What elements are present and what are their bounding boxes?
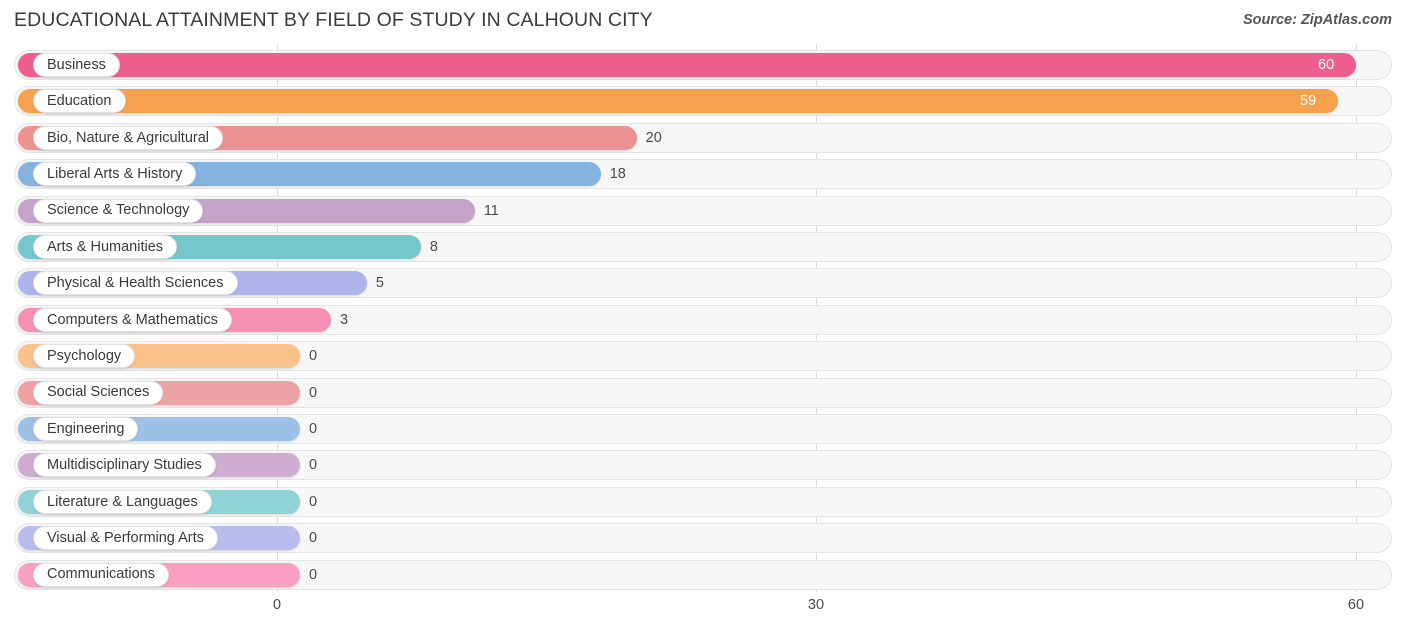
source-attribution: Source: ZipAtlas.com bbox=[1242, 12, 1392, 28]
bar-value-label: 0 bbox=[309, 566, 318, 583]
category-label: Liberal Arts & History bbox=[47, 165, 183, 182]
category-label-pill: Visual & Performing Arts bbox=[33, 526, 218, 551]
bar-row: Bio, Nature & Agricultural 20 bbox=[14, 122, 1392, 153]
bar-value-label: 8 bbox=[429, 239, 438, 255]
bar-row: Liberal Arts & History 18 bbox=[14, 159, 1392, 190]
category-label: Social Sciences bbox=[47, 384, 150, 401]
chart-header: EDUCATIONAL ATTAINMENT BY FIELD OF STUDY… bbox=[0, 0, 1406, 42]
category-label: Computers & Mathematics bbox=[47, 311, 218, 328]
bar-row: Business 60 bbox=[14, 50, 1392, 80]
bar-value-label: 0 bbox=[309, 457, 318, 474]
category-label-pill: Physical & Health Sciences bbox=[33, 271, 238, 296]
category-label-pill: Computers & Mathematics bbox=[33, 307, 232, 332]
category-label-pill: Psychology bbox=[33, 344, 136, 369]
x-axis-tick-label: 30 bbox=[807, 597, 825, 613]
bar-row: Social Sciences 0 bbox=[14, 377, 1392, 408]
bar-value-label: 11 bbox=[483, 202, 499, 219]
chart-plot-area: Business 60 Education 59 Bio, Nature & Agric… bbox=[0, 44, 1406, 592]
value-bar[interactable] bbox=[18, 89, 1339, 114]
bar-value-label: 0 bbox=[309, 493, 318, 510]
value-bar[interactable] bbox=[18, 53, 1356, 77]
bar-value-label: 0 bbox=[309, 384, 318, 401]
bar-row: Multidisciplinary Studies 0 bbox=[14, 450, 1392, 481]
category-label-pill: Literature & Languages bbox=[33, 489, 212, 514]
category-label: Psychology bbox=[47, 347, 122, 364]
bar-value-label: 3 bbox=[339, 311, 349, 328]
category-label-pill: Business bbox=[33, 53, 120, 77]
x-axis-tick-label: 0 bbox=[272, 597, 282, 613]
category-label-pill: Arts & Humanities bbox=[33, 235, 178, 259]
category-label-pill: Social Sciences bbox=[33, 380, 164, 405]
bar-value-label: 18 bbox=[609, 166, 626, 183]
bar-rows: Business 60 Education 59 Bio, Nature & Agric… bbox=[0, 44, 1406, 592]
category-label-pill: Science & Technology bbox=[33, 198, 204, 223]
category-label-pill: Liberal Arts & History bbox=[33, 162, 197, 187]
category-label-pill: Multidisciplinary Studies bbox=[33, 453, 216, 478]
bar-row: Engineering 0 bbox=[14, 414, 1392, 444]
category-label-pill: Communications bbox=[33, 562, 169, 587]
category-label: Business bbox=[47, 56, 106, 73]
bar-value-label: 0 bbox=[309, 421, 318, 437]
bar-value-label: 0 bbox=[309, 348, 318, 365]
category-label: Arts & Humanities bbox=[47, 238, 164, 255]
category-label-pill: Education bbox=[33, 89, 126, 114]
bar-row: Computers & Mathematics 3 bbox=[14, 304, 1392, 335]
bar-row: Visual & Performing Arts 0 bbox=[14, 523, 1392, 554]
bar-row: Education 59 bbox=[14, 86, 1392, 117]
bar-row: Science & Technology 11 bbox=[14, 195, 1392, 226]
category-label: Visual & Performing Arts bbox=[47, 529, 204, 546]
x-axis: 0 30 60 bbox=[0, 592, 1406, 631]
bar-value-label: 59 bbox=[1300, 93, 1317, 110]
category-label: Communications bbox=[47, 566, 155, 583]
category-label-pill: Bio, Nature & Agricultural bbox=[33, 125, 223, 150]
category-label: Science & Technology bbox=[47, 202, 190, 219]
category-label: Literature & Languages bbox=[47, 493, 198, 510]
bar-value-label: 0 bbox=[309, 530, 318, 547]
bar-row: Physical & Health Sciences 5 bbox=[14, 268, 1392, 299]
category-label: Engineering bbox=[47, 420, 125, 437]
category-label-pill: Engineering bbox=[33, 417, 139, 441]
bar-value-label: 20 bbox=[645, 129, 662, 146]
bar-row: Psychology 0 bbox=[14, 341, 1392, 372]
category-label: Multidisciplinary Studies bbox=[47, 457, 202, 474]
bar-value-label: 60 bbox=[1318, 57, 1335, 73]
page-title: EDUCATIONAL ATTAINMENT BY FIELD OF STUDY… bbox=[14, 9, 653, 31]
x-axis-tick-label: 60 bbox=[1347, 597, 1365, 613]
bar-value-label: 5 bbox=[375, 275, 384, 292]
category-label: Physical & Health Sciences bbox=[47, 275, 224, 292]
category-label: Education bbox=[47, 93, 112, 110]
bar-row: Literature & Languages 0 bbox=[14, 486, 1392, 517]
category-label: Bio, Nature & Agricultural bbox=[47, 129, 209, 146]
bar-row: Arts & Humanities 8 bbox=[14, 232, 1392, 262]
bar-row: Communications 0 bbox=[14, 559, 1392, 590]
